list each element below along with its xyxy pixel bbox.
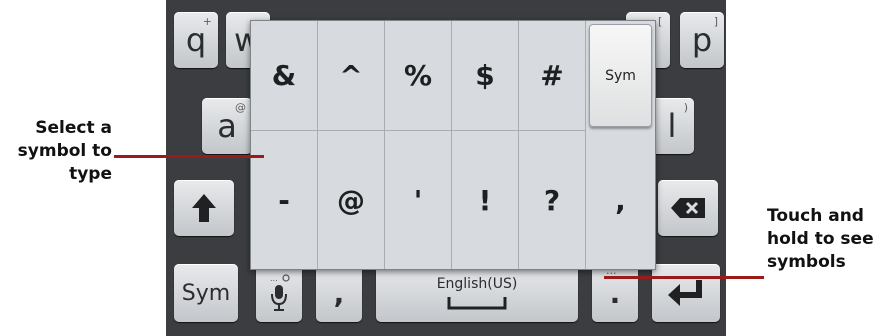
callout-leader-left xyxy=(114,155,264,158)
callout-right-line1: Touch and xyxy=(767,206,864,226)
space-key-label: English(US) xyxy=(436,276,518,292)
key-l-hint: ) xyxy=(683,101,688,114)
key-q-hint: + xyxy=(202,15,212,28)
callout-left-line3: type xyxy=(69,163,112,184)
sym-key[interactable]: Sym xyxy=(174,264,238,322)
popup-symbol-hash[interactable]: # xyxy=(519,21,586,131)
enter-arrow-icon xyxy=(668,280,702,306)
sym-key-label: Sym xyxy=(181,280,231,306)
callout-left-line2: symbol to xyxy=(17,140,112,161)
popup-symbol-comma[interactable]: , xyxy=(586,131,655,269)
popup-symbol-at[interactable]: @ xyxy=(318,131,385,269)
popup-symbol-question[interactable]: ? xyxy=(519,131,586,269)
voice-input-key[interactable]: ... xyxy=(256,264,302,322)
key-p[interactable]: ] p xyxy=(680,12,724,68)
svg-text:...: ... xyxy=(270,274,278,283)
popup-symbol-dollar[interactable]: $ xyxy=(452,21,519,131)
popup-symbol-percent[interactable]: % xyxy=(385,21,452,131)
period-key[interactable]: ... . xyxy=(592,264,638,322)
symbol-popup: & ^ % $ # - @ ' ! ? , Sym xyxy=(250,20,656,270)
key-a[interactable]: @ a xyxy=(202,98,252,154)
callout-left-line1: Select a xyxy=(35,118,112,138)
microphone-icon: ... xyxy=(270,274,290,311)
comma-key-label: , xyxy=(333,276,345,310)
period-key-label: . xyxy=(609,276,621,310)
key-l-label: l xyxy=(667,107,677,145)
popup-symbol-caret[interactable]: ^ xyxy=(318,21,385,131)
popup-symbol-apostrophe[interactable]: ' xyxy=(385,131,452,269)
key-a-label: a xyxy=(217,107,237,145)
key-p-label: p xyxy=(691,21,713,59)
space-bar-icon xyxy=(447,297,507,310)
callout-right-line3: symbols xyxy=(767,251,846,272)
key-l[interactable]: ) l xyxy=(650,98,694,154)
key-q[interactable]: + q xyxy=(174,12,218,68)
key-p-hint: ] xyxy=(713,15,718,28)
popup-symbol-exclamation[interactable]: ! xyxy=(452,131,519,269)
backspace-icon xyxy=(671,198,705,218)
popup-symbol-ampersand[interactable]: & xyxy=(251,21,318,131)
comma-key[interactable]: , xyxy=(316,264,362,322)
space-key[interactable]: English(US) xyxy=(376,264,578,322)
enter-key[interactable] xyxy=(652,264,720,322)
popup-symbol-dash[interactable]: - xyxy=(251,131,318,269)
key-a-hint: @ xyxy=(235,101,246,114)
key-q-label: q xyxy=(185,21,207,59)
popup-sym-button[interactable]: Sym xyxy=(589,24,652,127)
callout-touch-hold: Touch and hold to see symbols xyxy=(767,205,892,274)
callout-leader-right xyxy=(604,276,764,279)
key-o-hint: [ xyxy=(658,15,663,28)
shift-arrow-icon xyxy=(192,194,216,222)
shift-key[interactable] xyxy=(174,180,234,236)
callout-right-line2: hold to see xyxy=(767,228,874,249)
callout-select-symbol: Select a symbol to type xyxy=(4,117,112,186)
backspace-key[interactable] xyxy=(658,180,718,236)
